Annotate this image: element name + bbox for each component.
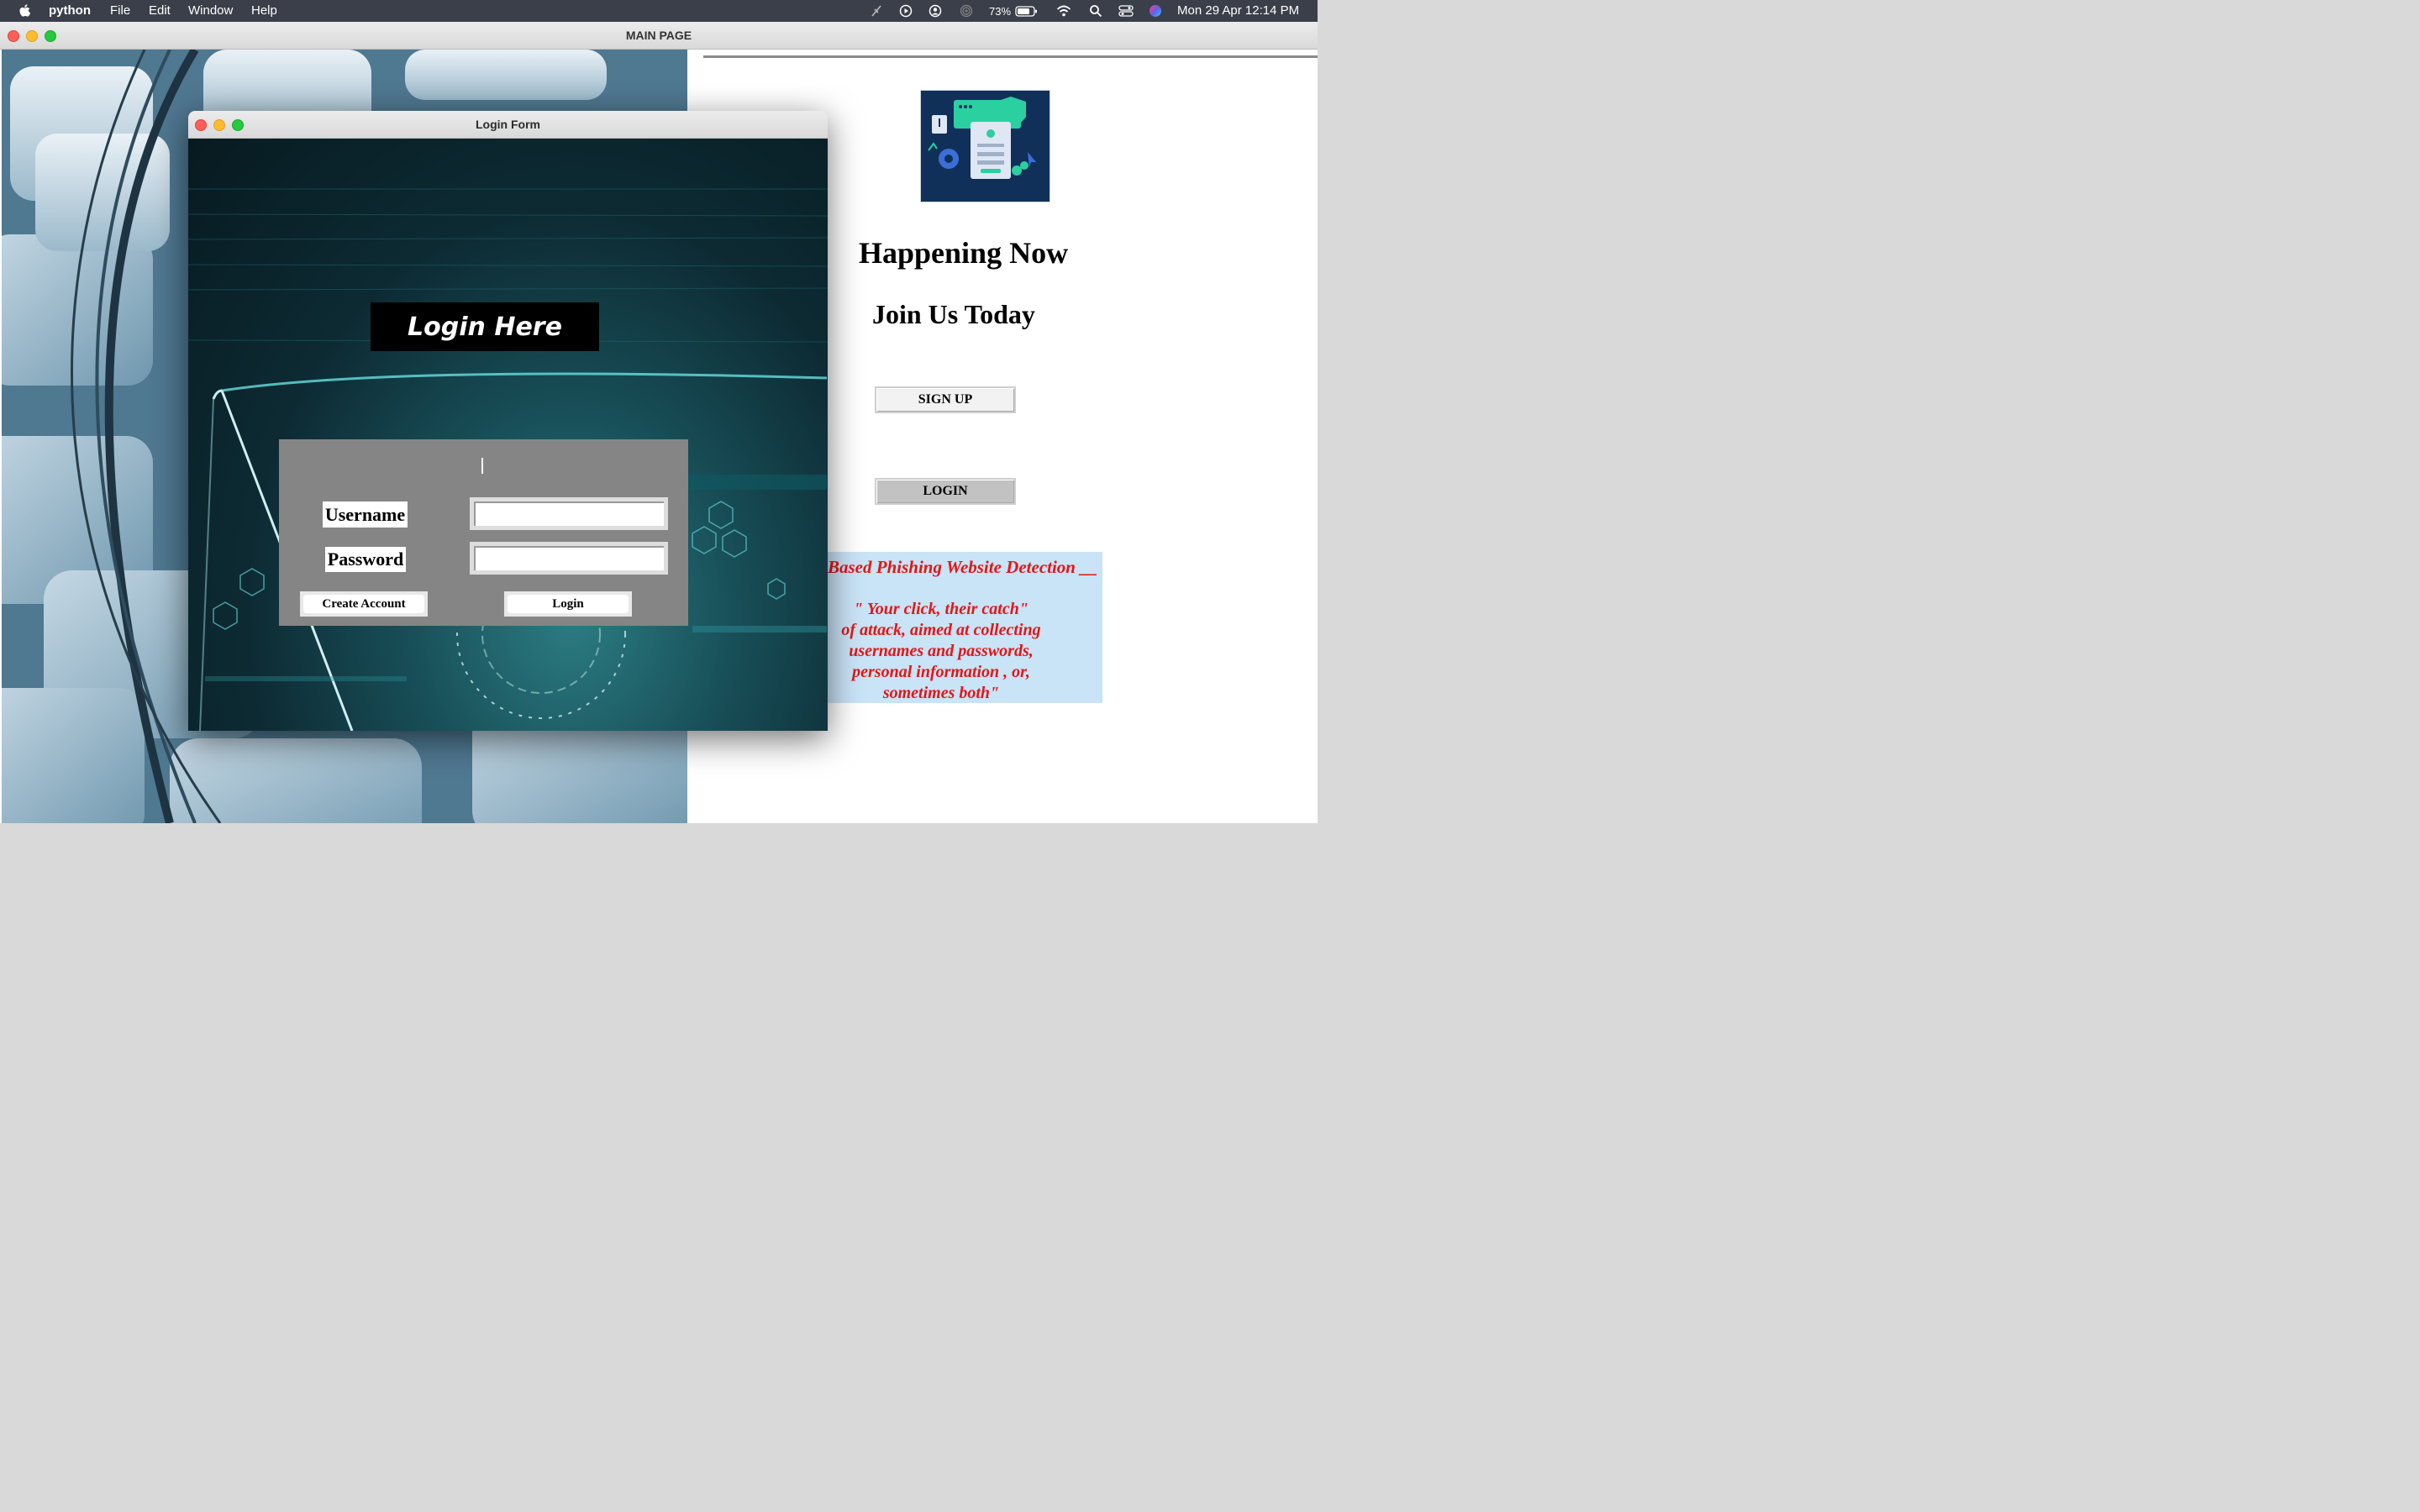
window-title: MAIN PAGE: [625, 28, 692, 42]
login-form-panel: Username Password Create Account Login: [278, 438, 688, 626]
username-field-frame: [469, 496, 668, 530]
username-label: Username: [322, 501, 408, 528]
login-here-banner: Login Here: [370, 302, 599, 351]
stage: python File Edit Window Help 73% Mon 29 …: [0, 0, 1318, 823]
main-window-titlebar[interactable]: MAIN PAGE: [0, 21, 1318, 50]
sign-up-button[interactable]: SIGN UP: [874, 386, 1016, 413]
control-center-icon[interactable]: [1118, 4, 1134, 18]
main-login-button[interactable]: LOGIN: [874, 477, 1016, 505]
divider: [702, 55, 1318, 58]
info-quote-line: usernames and passwords,: [849, 641, 1034, 660]
info-quote-line: of attack, aimed at collecting: [841, 620, 1041, 639]
subheadline: Join Us Today: [871, 298, 1035, 329]
password-field-frame: [469, 541, 668, 575]
search-icon[interactable]: [1089, 4, 1102, 18]
clock[interactable]: Mon 29 Apr 12:14 PM: [1177, 3, 1299, 18]
user-circle-icon[interactable]: [929, 4, 942, 18]
battery-icon[interactable]: [1015, 4, 1039, 18]
pen-off-icon[interactable]: [870, 4, 883, 18]
cyber-background-image: Login Here Username Password Create Acco…: [187, 138, 828, 731]
info-quote-line: sometimes both": [882, 683, 1000, 702]
info-quote-line: " Your click, their catch": [854, 599, 1028, 618]
siri-icon[interactable]: [1149, 4, 1162, 18]
text-cursor: [481, 457, 483, 474]
menu-app-name[interactable]: python: [49, 3, 91, 18]
menu-bar: python File Edit Window Help 73% Mon 29 …: [0, 0, 1318, 22]
menu-edit[interactable]: Edit: [149, 3, 171, 18]
password-label: Password: [324, 546, 406, 572]
password-field[interactable]: [473, 545, 664, 570]
info-heading: Based Phishing Website Detection __: [827, 556, 1098, 577]
create-account-button[interactable]: Create Account: [299, 591, 428, 617]
screen: python File Edit Window Help 73% Mon 29 …: [0, 0, 1318, 823]
menu-file[interactable]: File: [110, 3, 130, 18]
menu-window[interactable]: Window: [188, 3, 233, 18]
info-quote-line: personal information , or,: [852, 662, 1030, 681]
window-title: Login Form: [475, 117, 540, 131]
username-field[interactable]: [473, 501, 664, 526]
apple-icon[interactable]: [18, 4, 30, 18]
login-button[interactable]: Login: [503, 591, 632, 617]
menu-help[interactable]: Help: [251, 3, 277, 18]
headline: Happening Now: [858, 235, 1069, 270]
broadcast-icon[interactable]: [960, 4, 973, 18]
login-form-window: Login Form Login Here Username Password …: [187, 110, 828, 731]
play-circle-icon[interactable]: [899, 4, 913, 18]
login-window-titlebar[interactable]: Login Form: [187, 110, 828, 139]
create-account-label: Create Account: [302, 594, 424, 613]
login-illustration-icon: [919, 89, 1050, 202]
wifi-icon[interactable]: [1056, 4, 1071, 18]
info-box: Based Phishing Website Detection __ " Yo…: [827, 551, 1102, 703]
login-button-label: Login: [507, 594, 629, 613]
battery-percent: 73%: [988, 4, 1012, 18]
